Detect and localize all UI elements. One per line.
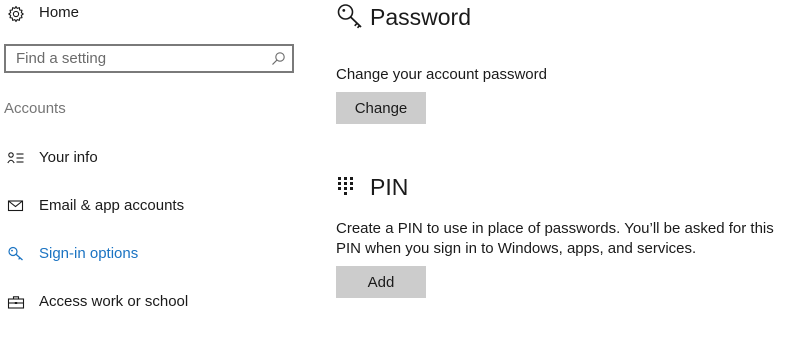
gear-icon <box>8 5 24 23</box>
search-icon[interactable] <box>271 51 286 66</box>
add-pin-button[interactable]: Add <box>336 266 426 298</box>
sidebar-item-sign-in-options[interactable]: Sign-in options <box>0 242 300 266</box>
mail-icon <box>7 200 24 212</box>
sidebar: Home Accounts Your info <box>0 0 310 337</box>
key-icon <box>8 246 23 261</box>
person-card-icon <box>7 152 24 164</box>
home-label: Home <box>39 4 80 21</box>
pin-description: Create a PIN to use in place of password… <box>336 219 774 259</box>
sidebar-item-label: Sign-in options <box>39 245 139 262</box>
sidebar-item-label: Your info <box>39 149 98 166</box>
sidebar-item-label: Access work or school <box>39 293 189 310</box>
password-description: Change your account password <box>336 66 547 83</box>
sidebar-item-access-work-or-school[interactable]: Access work or school <box>0 290 300 314</box>
pin-description-line-1: Create a PIN to use in place of password… <box>336 220 774 237</box>
sidebar-item-your-info[interactable]: Your info <box>0 146 300 170</box>
password-title: Password <box>370 4 471 30</box>
sidebar-item-email-app-accounts[interactable]: Email & app accounts <box>0 194 300 218</box>
sidebar-item-label: Email & app accounts <box>39 197 185 214</box>
briefcase-icon <box>7 296 25 309</box>
search-input[interactable] <box>6 46 278 71</box>
settings-window: Home Accounts Your info <box>0 0 795 337</box>
key-icon <box>337 4 362 29</box>
dialpad-icon <box>338 177 353 195</box>
search-box <box>4 44 294 73</box>
main-content: Password Change your account password Ch… <box>336 0 791 337</box>
change-password-button[interactable]: Change <box>336 92 426 124</box>
accounts-section-title: Accounts <box>4 100 66 117</box>
password-section-header: Password <box>336 2 536 34</box>
pin-description-line-2: PIN when you sign in to Windows, apps, a… <box>336 240 697 257</box>
pin-section-header: PIN <box>336 172 536 204</box>
pin-title: PIN <box>370 174 409 200</box>
